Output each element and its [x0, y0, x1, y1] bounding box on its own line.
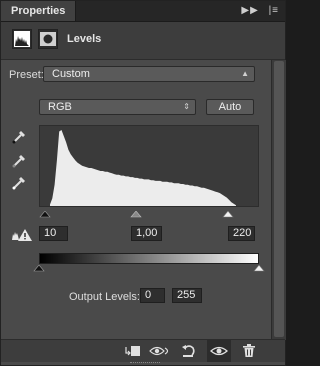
preset-label: Preset:: [9, 69, 44, 81]
histogram-graph: [50, 130, 236, 206]
gamma-slider-icon: [130, 211, 142, 218]
gray-point-eyedropper-icon[interactable]: [11, 151, 29, 169]
channel-select[interactable]: RGB ⇕: [39, 99, 196, 115]
resize-grip[interactable]: [130, 362, 160, 366]
auto-button[interactable]: Auto: [206, 99, 254, 115]
preset-select[interactable]: Custom ▲: [43, 66, 255, 82]
select-updown-icon: ▲: [241, 69, 249, 78]
panel-footer: [1, 339, 285, 362]
channel-value: RGB: [48, 101, 72, 113]
histogram: [39, 125, 259, 207]
white-point-slider-icon: [222, 211, 234, 218]
black-point-eyedropper-icon[interactable]: [11, 127, 29, 145]
reset-icon[interactable]: [177, 340, 201, 362]
output-white-field[interactable]: 255: [172, 288, 202, 303]
expand-icon[interactable]: ▶▶: [241, 1, 258, 21]
output-black-field[interactable]: 0: [140, 288, 165, 303]
output-white-slider-icon: [253, 265, 265, 272]
scrollbar[interactable]: [271, 60, 286, 340]
input-black-field[interactable]: 10: [39, 226, 68, 241]
delete-icon[interactable]: [237, 340, 261, 362]
view-previous-state-icon[interactable]: [148, 340, 172, 362]
output-slider[interactable]: [33, 265, 265, 273]
clipping-warning-icon[interactable]: [11, 228, 33, 242]
panel-tab-bar: Properties ▶▶ |≡: [1, 1, 285, 22]
properties-panel: Properties ▶▶ |≡ Levels Preset: Custom ▲…: [0, 0, 286, 366]
output-levels-label: Output Levels:: [69, 291, 140, 303]
input-white-field[interactable]: 220: [228, 226, 255, 241]
black-point-slider-icon: [39, 211, 51, 218]
output-black-slider-icon: [33, 265, 45, 272]
histogram-shape: [50, 130, 236, 206]
panel-controls: ▶▶ |≡: [235, 1, 279, 21]
tab-properties[interactable]: Properties: [1, 1, 77, 21]
white-point-eyedropper-icon[interactable]: [11, 173, 29, 191]
input-slider[interactable]: [39, 211, 261, 219]
output-gradient: [39, 253, 259, 264]
histogram-adjustment-icon[interactable]: [12, 29, 32, 49]
preset-value: Custom: [52, 68, 90, 80]
input-gamma-field[interactable]: 1,00: [131, 226, 162, 241]
adjustment-title: Levels: [67, 33, 102, 45]
adjustment-header: Levels: [1, 22, 285, 60]
select-updown-icon: ⇕: [183, 102, 190, 111]
panel-menu-icon[interactable]: |≡: [269, 1, 279, 21]
visibility-icon[interactable]: [207, 340, 231, 362]
mask-icon[interactable]: [38, 29, 58, 49]
scrollbar-thumb[interactable]: [274, 61, 284, 337]
clip-to-layer-icon[interactable]: [121, 340, 145, 362]
